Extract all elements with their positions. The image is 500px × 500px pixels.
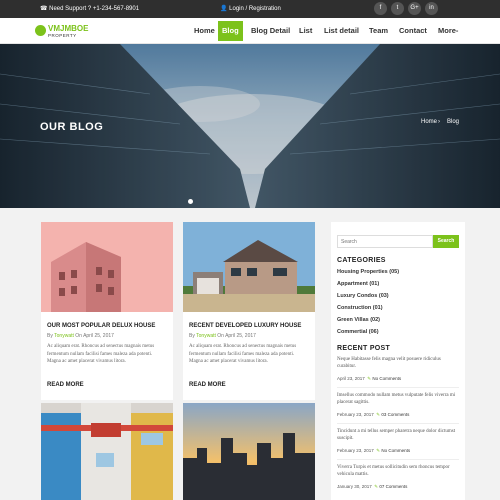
recent-post-meta: February 23, 2017 ✎ No Comments — [337, 448, 411, 453]
blog-post-card — [183, 403, 315, 500]
nav-list-detail[interactable]: List detail — [320, 21, 363, 41]
nav-more[interactable]: More- — [434, 21, 462, 41]
divider — [337, 459, 459, 460]
twitter-icon[interactable]: t — [391, 2, 404, 15]
linkedin-icon[interactable]: in — [425, 2, 438, 15]
facebook-icon[interactable]: f — [374, 2, 387, 15]
nav-home[interactable]: Home — [190, 21, 219, 41]
recent-post-title[interactable]: Neque Habitasse felis magna velit posuer… — [337, 356, 461, 370]
comment-icon: ✎ — [374, 484, 379, 489]
logo-name: VMJMBOE — [48, 24, 89, 33]
divider — [337, 387, 459, 388]
blog-post-card — [41, 403, 173, 500]
main-navbar: VMJMBOE PROPERTY Home Blog Blog Detail L… — [0, 18, 500, 44]
post-title[interactable]: RECENT DEVELOPED LUXURY HOUSE — [189, 323, 301, 329]
post-image[interactable] — [41, 403, 173, 500]
page-title: OUR BLOG — [40, 121, 104, 133]
category-link[interactable]: Commertial (06) — [337, 329, 379, 335]
post-image[interactable] — [183, 403, 315, 500]
user-icon: 👤 — [220, 6, 230, 12]
blog-post-card: OUR MOST POPULAR DELUX HOUSE By Tonywatt… — [41, 222, 173, 400]
breadcrumb-home[interactable]: Home — [421, 119, 437, 125]
category-link[interactable]: Appartment (01) — [337, 281, 379, 287]
category-link[interactable]: Construction (01) — [337, 305, 383, 311]
blog-post-card: RECENT DEVELOPED LUXURY HOUSE By Tonywat… — [183, 222, 315, 400]
slider-dot[interactable] — [188, 199, 193, 204]
nav-list[interactable]: List — [295, 21, 316, 41]
recent-post-title[interactable]: Imsellus commodo nullam metus vulputate … — [337, 392, 461, 406]
post-image[interactable] — [41, 222, 173, 312]
phone-icon: ☎ — [40, 6, 50, 12]
post-title[interactable]: OUR MOST POPULAR DELUX HOUSE — [47, 323, 155, 329]
recent-post-meta: April 23, 2017 ✎ No Comments — [337, 376, 402, 381]
divider — [337, 423, 459, 424]
breadcrumb-current: Blog — [447, 119, 460, 125]
post-excerpt: Ac aliquam erat. Rhoncus ad senectus mag… — [47, 344, 155, 364]
post-meta: By Tonywatt On April 25, 2017 — [189, 333, 256, 339]
logo-leaf-icon — [35, 25, 46, 36]
recent-post-heading: RECENT POST — [337, 345, 391, 352]
read-more-link[interactable]: READ MORE — [47, 382, 84, 388]
category-link[interactable]: Housing Properties (05) — [337, 269, 399, 275]
nav-blog[interactable]: Blog — [218, 21, 243, 41]
nav-contact[interactable]: Contact — [395, 21, 431, 41]
post-author[interactable]: Tonywatt — [196, 333, 216, 339]
post-excerpt: Ac aliquam erat. Rhoncus ad senectus mag… — [189, 344, 297, 364]
categories-heading: CATEGORIES — [337, 257, 386, 264]
read-more-link[interactable]: READ MORE — [189, 382, 226, 388]
nav-team[interactable]: Team — [365, 21, 392, 41]
post-author[interactable]: Tonywatt — [54, 333, 74, 339]
recent-post-meta: February 23, 2017 ✎ 03 Comments — [337, 412, 410, 417]
comment-icon: ✎ — [376, 448, 381, 453]
breadcrumb-separator: › — [438, 119, 440, 125]
logo-sub: PROPERTY — [48, 33, 77, 38]
recent-post-meta: January 30, 2017 ✎ 07 Comments — [337, 484, 408, 489]
support-phone: ☎ Need Support ? +1-234-567-8901 — [40, 6, 140, 12]
search-input[interactable] — [337, 235, 433, 248]
post-meta: By Tonywatt On April 25, 2017 — [47, 333, 114, 339]
category-link[interactable]: Luxury Condos (03) — [337, 293, 389, 299]
google-plus-icon[interactable]: G+ — [408, 2, 421, 15]
top-bar: ☎ Need Support ? +1-234-567-8901 👤 Login… — [0, 0, 500, 18]
recent-post-title[interactable]: Tincidunt a mi tellus semper pharetra ne… — [337, 428, 461, 442]
sidebar: Search CATEGORIES Housing Properties (05… — [331, 222, 465, 500]
category-link[interactable]: Green Villas (02) — [337, 317, 380, 323]
login-registration-link[interactable]: 👤 Login / Registration — [220, 5, 281, 12]
nav-blog-detail[interactable]: Blog Detail — [247, 21, 294, 41]
search-button[interactable]: Search — [433, 235, 459, 248]
comment-icon: ✎ — [376, 412, 381, 417]
comment-icon: ✎ — [367, 376, 372, 381]
recent-post-title[interactable]: Viverra Turpis et metus sollicitudin sem… — [337, 464, 461, 478]
post-image[interactable] — [183, 222, 315, 312]
